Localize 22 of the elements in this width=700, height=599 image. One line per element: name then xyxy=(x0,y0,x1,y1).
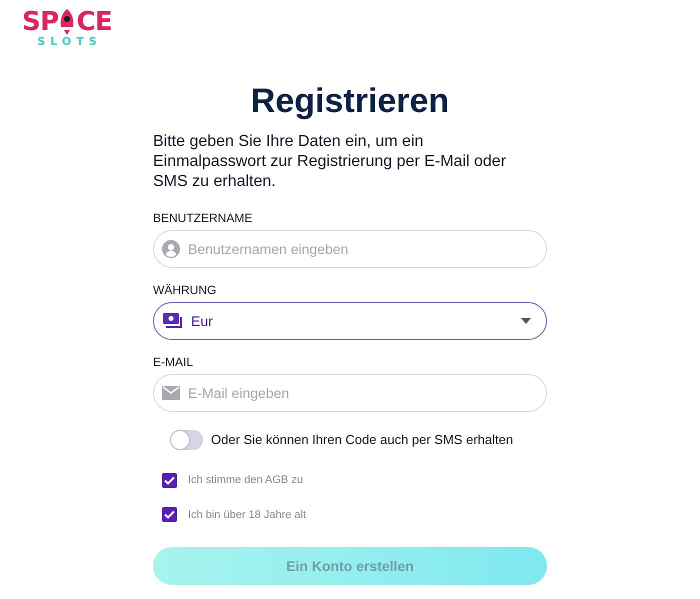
money-icon xyxy=(163,313,183,329)
field-label: E-MAIL xyxy=(153,354,194,370)
checkbox[interactable] xyxy=(162,507,177,522)
logo-subtext: SLOTS xyxy=(36,36,102,48)
input-field[interactable]: Benutzernamen eingeben xyxy=(153,230,547,268)
mail-icon xyxy=(162,386,180,400)
input-field[interactable]: E-Mail eingeben xyxy=(153,374,547,412)
field-label: WÄHRUNG xyxy=(153,282,218,298)
checkbox-label: Ich stimme den AGB zu xyxy=(188,473,303,488)
page-title: Registrieren xyxy=(250,81,450,122)
logo-text: SP xyxy=(22,8,58,36)
currency-select[interactable]: Eur xyxy=(153,302,547,340)
description: Bitte geben Sie Ihre Daten ein, um ein Einmalpasswort zur Registrierung per E-Mail oder SMS zu erhalten. xyxy=(153,132,508,192)
toggle-label: Oder Sie können Ihren Code auch per SMS erhalten xyxy=(211,431,514,450)
sms-toggle[interactable] xyxy=(170,430,203,450)
field-label: BENUTZERNAME xyxy=(153,210,254,226)
user-icon xyxy=(162,240,180,258)
dropdown-caret-icon xyxy=(521,318,531,324)
select-value: Eur xyxy=(191,312,214,330)
checkbox-label: Ich bin über 18 Jahre alt xyxy=(188,508,306,522)
checkbox[interactable] xyxy=(162,472,177,488)
logo-text: CE xyxy=(76,8,112,36)
